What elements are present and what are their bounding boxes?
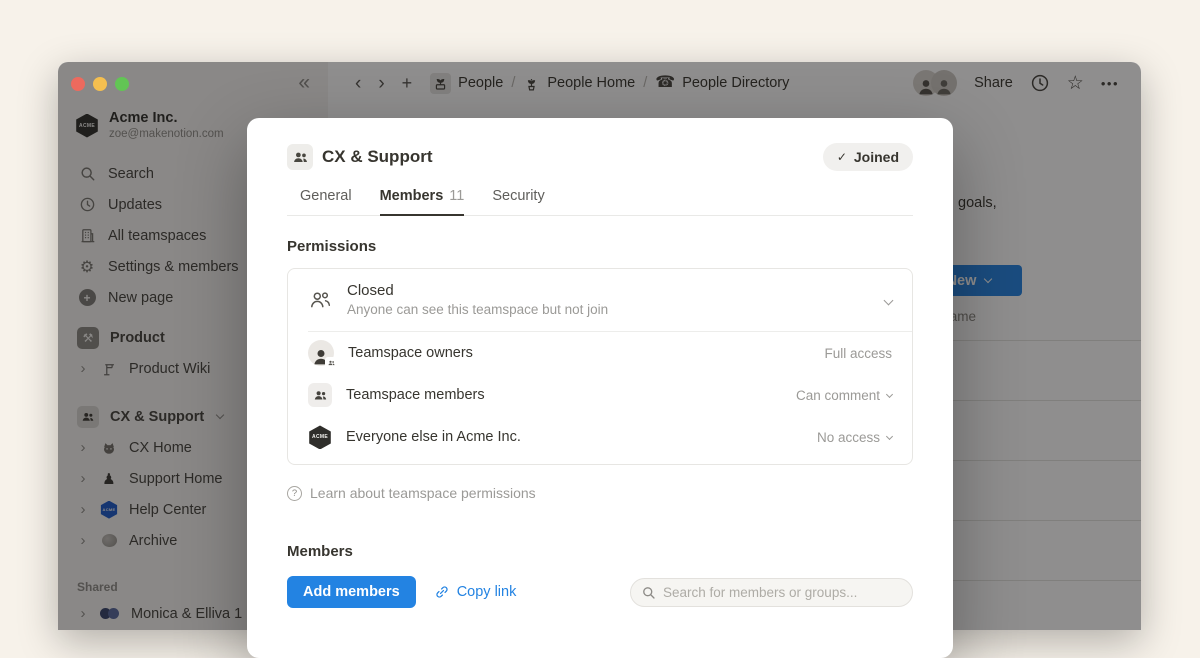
permission-dropdown[interactable]: Can comment: [796, 388, 892, 403]
permission-row-label: Teamspace owners: [348, 345, 473, 361]
permission-row-label: Everyone else in Acme Inc.: [346, 429, 521, 445]
tab-members[interactable]: Members11: [380, 188, 465, 216]
permissions-card: Closed Anyone can see this teamspace but…: [287, 268, 913, 465]
chevron-down-icon: [886, 433, 893, 440]
chevron-down-icon: [886, 391, 893, 398]
window-controls: [71, 77, 129, 91]
access-level-selector[interactable]: Closed Anyone can see this teamspace but…: [288, 269, 912, 331]
zoom-window-icon[interactable]: [115, 77, 129, 91]
learn-link-label: Learn about teamspace permissions: [310, 485, 536, 501]
close-window-icon[interactable]: [71, 77, 85, 91]
permission-dropdown[interactable]: No access: [817, 430, 892, 445]
minimize-window-icon[interactable]: [93, 77, 107, 91]
chevron-down-icon: [885, 291, 892, 309]
check-icon: ✓: [837, 150, 847, 164]
members-search: [630, 578, 913, 607]
people-icon: [287, 144, 313, 170]
modal-header: CX & Support ✓ Joined: [287, 143, 913, 171]
owner-avatar-icon: [308, 340, 334, 366]
permission-row-owners: Teamspace owners Full access: [288, 332, 912, 374]
members-actions: Add members Copy link: [287, 576, 913, 608]
access-level-title: Closed: [347, 281, 608, 301]
permissions-heading: Permissions: [287, 238, 913, 255]
link-icon: [434, 584, 450, 600]
copy-link-label: Copy link: [457, 584, 517, 600]
people-icon: [308, 383, 332, 407]
modal-tabs: General Members11 Security: [287, 188, 913, 216]
screen: { "colors": { "accent_blue": "#2383e2", …: [0, 0, 1200, 630]
joined-label: Joined: [854, 149, 899, 165]
modal-title: CX & Support: [322, 147, 433, 167]
members-count: 11: [449, 188, 464, 204]
permission-row-everyone: ACME Everyone else in Acme Inc. No acces…: [288, 416, 912, 458]
copy-link-button[interactable]: Copy link: [434, 584, 517, 600]
permission-row-value: Full access: [824, 346, 892, 361]
members-heading: Members: [287, 543, 913, 560]
tab-security[interactable]: Security: [492, 188, 544, 215]
access-level-subtitle: Anyone can see this teamspace but not jo…: [347, 301, 608, 319]
teamspace-settings-modal: CX & Support ✓ Joined General Members11 …: [247, 118, 953, 658]
question-icon: ?: [287, 486, 302, 501]
acme-badge-icon: ACME: [308, 425, 332, 449]
learn-permissions-link[interactable]: ? Learn about teamspace permissions: [287, 485, 913, 501]
permission-row-members: Teamspace members Can comment: [288, 374, 912, 416]
permission-row-label: Teamspace members: [346, 387, 485, 403]
tab-general[interactable]: General: [300, 188, 352, 215]
search-icon: [641, 585, 656, 600]
joined-badge[interactable]: ✓ Joined: [823, 143, 913, 171]
group-outline-icon: [308, 288, 332, 312]
add-members-button[interactable]: Add members: [287, 576, 416, 608]
members-search-input[interactable]: [663, 585, 902, 600]
